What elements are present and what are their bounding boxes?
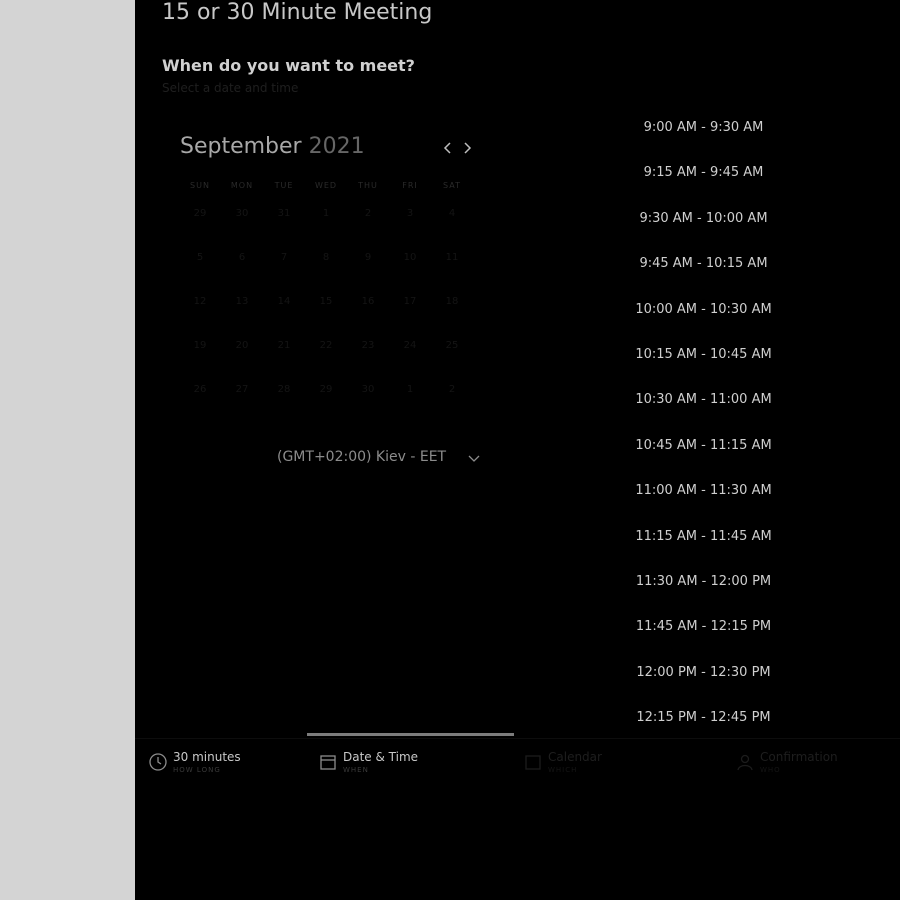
person-icon bbox=[737, 754, 753, 771]
time-slot-button[interactable]: 9:45 AM - 10:15 AM bbox=[625, 251, 782, 277]
weekday-header: SUN bbox=[190, 181, 210, 190]
step-sublabel: WHEN bbox=[343, 766, 369, 774]
calendar-day[interactable]: 26 bbox=[185, 384, 215, 395]
calendar-day[interactable]: 29 bbox=[311, 384, 341, 395]
step-label: Date & Time bbox=[343, 750, 419, 764]
time-slot-button[interactable]: 9:15 AM - 9:45 AM bbox=[625, 160, 782, 186]
time-slot-button[interactable]: 11:15 AM - 11:45 AM bbox=[625, 524, 782, 550]
time-slot-button[interactable]: 11:00 AM - 11:30 AM bbox=[625, 478, 782, 504]
time-slot-button[interactable]: 10:30 AM - 11:00 AM bbox=[625, 387, 782, 413]
calendar-day[interactable]: 7 bbox=[269, 252, 299, 263]
calendar-day[interactable]: 1 bbox=[311, 208, 341, 219]
calendar-icon bbox=[320, 755, 336, 770]
clock-icon bbox=[149, 753, 167, 771]
step-confirmation[interactable]: Confirmation WHO bbox=[735, 748, 885, 778]
calendar-day[interactable]: 6 bbox=[227, 252, 257, 263]
time-slot-button[interactable]: 9:30 AM - 10:00 AM bbox=[625, 206, 782, 232]
calendar-day[interactable]: 28 bbox=[269, 384, 299, 395]
chevron-left-icon bbox=[443, 142, 451, 154]
calendar-month: September bbox=[180, 134, 302, 159]
page-title: 15 or 30 Minute Meeting bbox=[162, 0, 433, 25]
calendar-day[interactable]: 31 bbox=[269, 208, 299, 219]
calendar-day[interactable]: 11 bbox=[437, 252, 467, 263]
step-sublabel: WHO bbox=[760, 766, 781, 774]
calendar-day[interactable]: 24 bbox=[395, 340, 425, 351]
time-slot-button[interactable]: 12:15 PM - 12:45 PM bbox=[625, 705, 782, 731]
calendar-day[interactable]: 12 bbox=[185, 296, 215, 307]
steps-divider bbox=[135, 738, 900, 739]
step-sublabel: WHICH bbox=[548, 766, 578, 774]
calendar-day[interactable]: 21 bbox=[269, 340, 299, 351]
time-slot-button[interactable]: 10:15 AM - 10:45 AM bbox=[625, 342, 782, 368]
calendar-day[interactable]: 19 bbox=[185, 340, 215, 351]
calendar-day[interactable]: 14 bbox=[269, 296, 299, 307]
weekday-header: SAT bbox=[443, 181, 461, 190]
step-date-time[interactable]: Date & Time WHEN bbox=[318, 748, 458, 778]
weekday-header: MON bbox=[230, 181, 254, 190]
calendar-day[interactable]: 16 bbox=[353, 296, 383, 307]
calendar-day[interactable]: 8 bbox=[311, 252, 341, 263]
step-label: 30 minutes bbox=[173, 750, 241, 764]
calendar-day[interactable]: 2 bbox=[437, 384, 467, 395]
calendar-check-icon bbox=[525, 755, 541, 770]
chevron-down-icon[interactable] bbox=[467, 453, 481, 465]
calendar-day[interactable]: 23 bbox=[353, 340, 383, 351]
weekday-header: FRI bbox=[402, 181, 418, 190]
calendar-day[interactable]: 18 bbox=[437, 296, 467, 307]
calendar-day[interactable]: 1 bbox=[395, 384, 425, 395]
calendar-day[interactable]: 10 bbox=[395, 252, 425, 263]
active-step-indicator bbox=[307, 733, 514, 736]
time-slot-button[interactable]: 9:00 AM - 9:30 AM bbox=[625, 115, 782, 141]
calendar-day[interactable]: 30 bbox=[227, 208, 257, 219]
calendar-month-label: September 2021 bbox=[180, 134, 365, 159]
timezone-select[interactable]: (GMT+02:00) Kiev - EET bbox=[277, 449, 446, 465]
time-slot-button[interactable]: 10:00 AM - 10:30 AM bbox=[625, 297, 782, 323]
step-sublabel: HOW LONG bbox=[173, 766, 221, 774]
calendar-day[interactable]: 27 bbox=[227, 384, 257, 395]
calendar-day[interactable]: 30 bbox=[353, 384, 383, 395]
calendar-day[interactable]: 22 bbox=[311, 340, 341, 351]
time-slot-button[interactable]: 12:00 PM - 12:30 PM bbox=[625, 660, 782, 686]
calendar-day[interactable]: 20 bbox=[227, 340, 257, 351]
calendar-day[interactable]: 25 bbox=[437, 340, 467, 351]
calendar-day[interactable]: 5 bbox=[185, 252, 215, 263]
next-month-button[interactable] bbox=[459, 138, 475, 158]
chevron-right-icon bbox=[464, 142, 472, 154]
calendar-day[interactable]: 9 bbox=[353, 252, 383, 263]
left-panel bbox=[0, 0, 135, 900]
section-hint: Select a date and time bbox=[162, 81, 299, 95]
step-label: Calendar bbox=[548, 750, 602, 764]
calendar-year: 2021 bbox=[308, 134, 365, 159]
calendar-day[interactable]: 4 bbox=[437, 208, 467, 219]
weekday-header: THU bbox=[358, 181, 378, 190]
scheduler-panel: 15 or 30 Minute Meeting When do you want… bbox=[135, 0, 900, 900]
weekday-header: WED bbox=[314, 181, 338, 190]
step-label: Confirmation bbox=[760, 750, 838, 764]
time-slot-button[interactable]: 11:45 AM - 12:15 PM bbox=[625, 614, 782, 640]
time-slot-button[interactable]: 11:30 AM - 12:00 PM bbox=[625, 569, 782, 595]
step-duration[interactable]: 30 minutes HOW LONG bbox=[148, 748, 288, 778]
step-calendar[interactable]: Calendar WHICH bbox=[523, 748, 663, 778]
calendar-day[interactable]: 17 bbox=[395, 296, 425, 307]
calendar-day[interactable]: 15 bbox=[311, 296, 341, 307]
time-slot-button[interactable]: 10:45 AM - 11:15 AM bbox=[625, 433, 782, 459]
weekday-header: TUE bbox=[274, 181, 294, 190]
calendar-day[interactable]: 13 bbox=[227, 296, 257, 307]
calendar-day[interactable]: 3 bbox=[395, 208, 425, 219]
calendar-day[interactable]: 2 bbox=[353, 208, 383, 219]
prev-month-button[interactable] bbox=[440, 138, 456, 158]
calendar-day[interactable]: 29 bbox=[185, 208, 215, 219]
section-question: When do you want to meet? bbox=[162, 56, 415, 75]
